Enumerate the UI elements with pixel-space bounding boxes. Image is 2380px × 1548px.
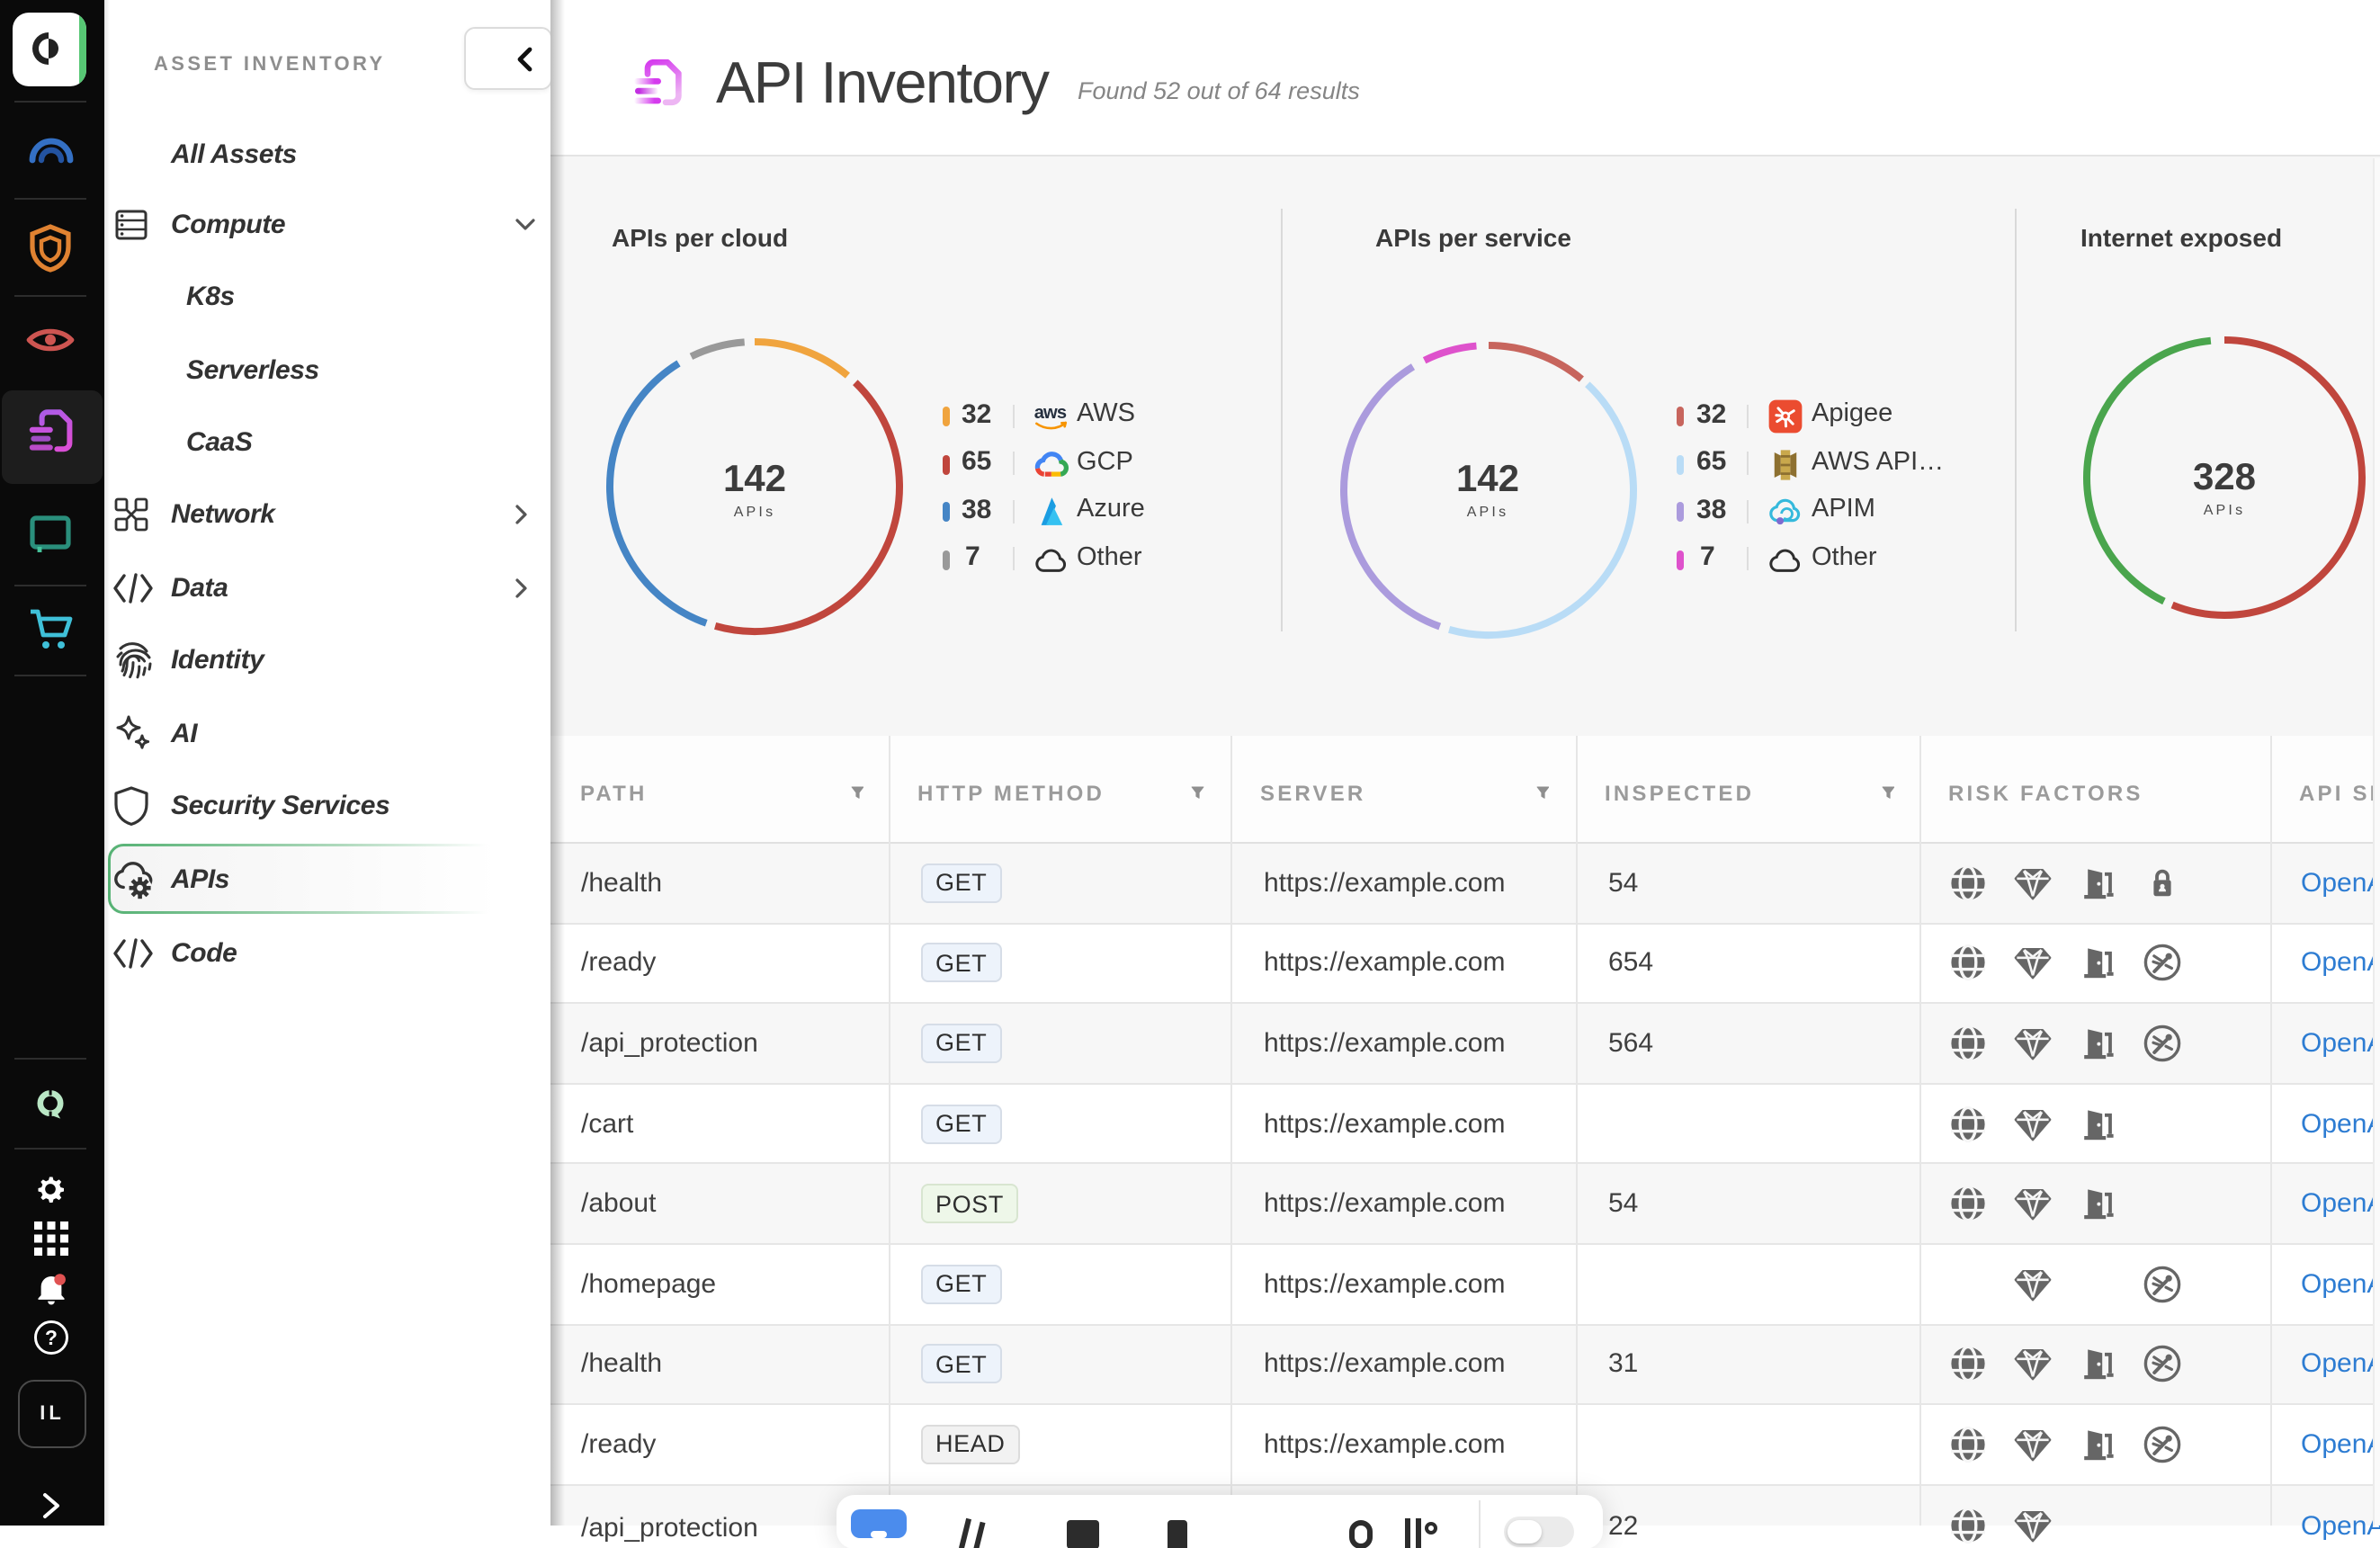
- svg-text:?: ?: [44, 1326, 57, 1349]
- svg-text:aws: aws: [1033, 403, 1066, 423]
